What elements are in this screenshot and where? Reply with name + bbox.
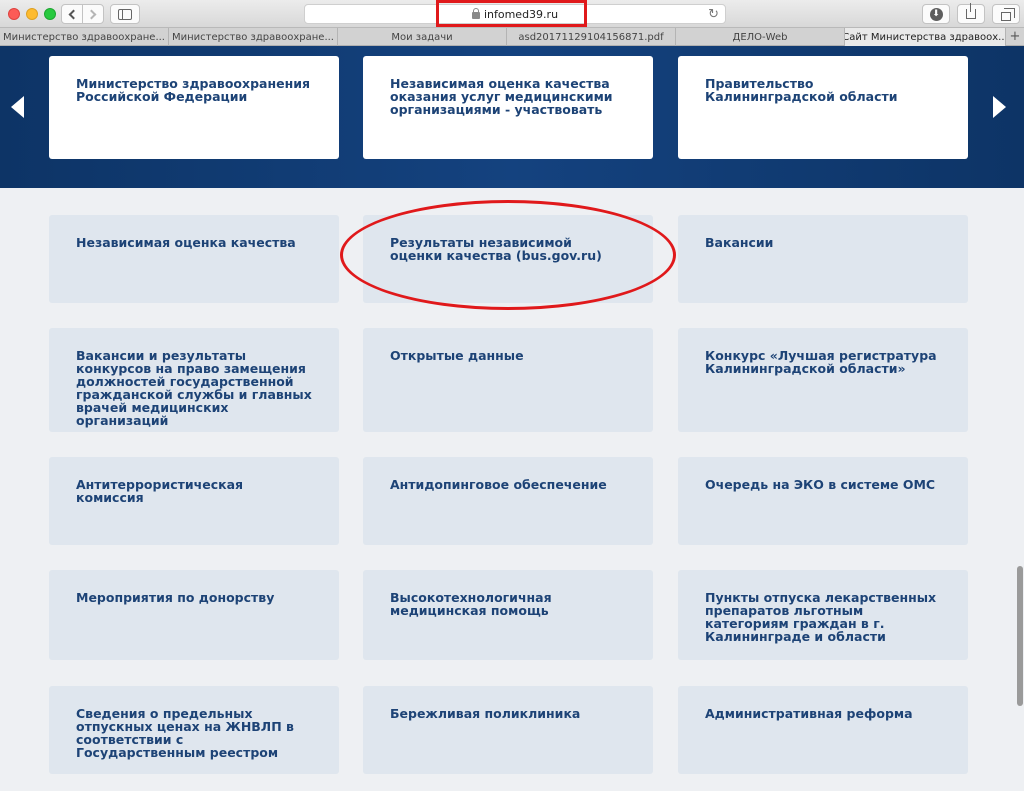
carousel-next-icon[interactable] — [993, 96, 1006, 118]
link-card[interactable]: Результаты независимой оценки качества (… — [363, 215, 653, 303]
link-card[interactable]: Конкурс «Лучшая регистратура Калининград… — [678, 328, 968, 432]
link-card-label: Конкурс «Лучшая регистратура Калининград… — [705, 348, 937, 376]
link-card-label: Административная реформа — [705, 706, 913, 721]
sidebar-icon — [118, 8, 132, 20]
reload-icon[interactable]: ↻ — [708, 7, 719, 22]
browser-tab[interactable]: Мои задачи — [338, 28, 507, 46]
address-bar[interactable]: infomed39.ru ↻ — [304, 4, 726, 24]
link-card[interactable]: Высокотехнологичная медицинская помощь — [363, 570, 653, 660]
tab-bar: Министерство здравоохране... Министерств… — [0, 28, 1024, 46]
link-card-label: Антидопинговое обеспечение — [390, 477, 607, 492]
link-card[interactable]: Независимая оценка качества — [49, 215, 339, 303]
carousel-card-label: Правительство Калининградской области — [705, 76, 898, 104]
link-card-label: Открытые данные — [390, 348, 524, 363]
link-card-label: Результаты независимой оценки качества (… — [390, 235, 602, 263]
browser-tab[interactable]: Министерство здравоохране... — [0, 28, 169, 46]
carousel-card[interactable]: Правительство Калининградской области — [678, 56, 968, 159]
link-card[interactable]: Административная реформа — [678, 686, 968, 774]
scrollbar-thumb[interactable] — [1017, 566, 1023, 706]
carousel-prev-icon[interactable] — [11, 96, 24, 118]
link-card[interactable]: Антитеррористическая комиссия — [49, 457, 339, 545]
browser-tab[interactable]: asd20171129104156871.pdf — [507, 28, 676, 46]
link-card-label: Бережливая поликлиника — [390, 706, 581, 721]
link-card[interactable]: Открытые данные — [363, 328, 653, 432]
chevron-right-icon — [86, 9, 97, 19]
link-card-label: Вакансии и результаты конкурсов на право… — [76, 348, 312, 428]
lock-icon — [471, 7, 480, 19]
browser-tab[interactable]: Министерство здравоохране... — [169, 28, 338, 46]
carousel-card-label: Министерство здравоохранения Российской … — [76, 76, 310, 104]
chevron-left-icon — [68, 9, 79, 19]
link-card[interactable]: Вакансии и результаты конкурсов на право… — [49, 328, 339, 432]
carousel-card[interactable]: Независимая оценка качества оказания усл… — [363, 56, 653, 159]
link-card[interactable]: Пункты отпуска лекарственных препаратов … — [678, 570, 968, 660]
link-card[interactable]: Сведения о предельных отпускных ценах на… — [49, 686, 339, 774]
link-card-label: Вакансии — [705, 235, 774, 250]
link-card-label: Мероприятия по донорству — [76, 590, 275, 605]
browser-tab[interactable]: ДЕЛО-Web — [676, 28, 845, 46]
forward-button[interactable] — [82, 4, 104, 24]
close-window-button[interactable] — [8, 8, 20, 20]
tabs-icon — [1001, 7, 1015, 21]
sidebar-toggle-button[interactable] — [110, 4, 140, 24]
browser-titlebar: infomed39.ru ↻ ⬇ — [0, 0, 1024, 28]
browser-tab-active[interactable]: Сайт Министерства здравоох... — [845, 28, 1006, 46]
link-card[interactable]: Бережливая поликлиника — [363, 686, 653, 774]
link-card-label: Антитеррористическая комиссия — [76, 477, 244, 505]
downloads-button[interactable]: ⬇ — [922, 4, 950, 24]
link-card-label: Очередь на ЭКО в системе ОМС — [705, 477, 936, 492]
maximize-window-button[interactable] — [44, 8, 56, 20]
download-icon: ⬇ — [929, 7, 943, 21]
minimize-window-button[interactable] — [26, 8, 38, 20]
link-card[interactable]: Мероприятия по донорству — [49, 570, 339, 660]
link-card[interactable]: Вакансии — [678, 215, 968, 303]
hero-carousel: Министерство здравоохранения Российской … — [0, 46, 1024, 188]
share-button[interactable] — [957, 3, 985, 24]
link-card[interactable]: Очередь на ЭКО в системе ОМС — [678, 457, 968, 545]
link-card-label: Пункты отпуска лекарственных препаратов … — [705, 590, 937, 644]
carousel-card[interactable]: Министерство здравоохранения Российской … — [49, 56, 339, 159]
carousel-card-label: Независимая оценка качества оказания усл… — [390, 76, 613, 117]
share-icon — [966, 3, 976, 19]
back-button[interactable] — [61, 4, 83, 24]
link-card-label: Сведения о предельных отпускных ценах на… — [76, 706, 294, 760]
url-text: infomed39.ru — [483, 7, 559, 21]
page-scrollbar[interactable] — [1016, 46, 1024, 791]
link-card[interactable]: Антидопинговое обеспечение — [363, 457, 653, 545]
link-card-label: Высокотехнологичная медицинская помощь — [390, 590, 552, 618]
link-card-label: Независимая оценка качества — [76, 235, 296, 250]
new-tab-button[interactable]: + — [1006, 28, 1024, 45]
show-tabs-button[interactable] — [992, 4, 1020, 24]
